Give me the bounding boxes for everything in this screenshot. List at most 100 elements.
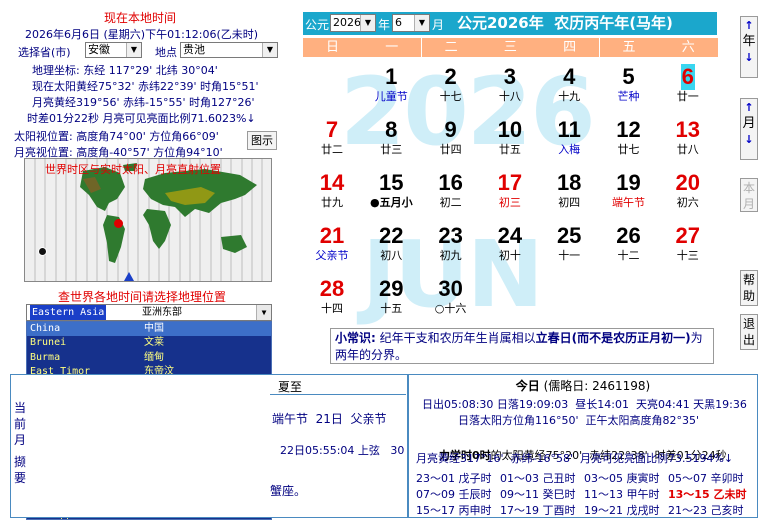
calendar-day[interactable]: 10 廿五: [481, 117, 539, 157]
day-number: 3: [503, 64, 517, 89]
partial-char: 前: [14, 417, 27, 431]
help-button[interactable]: 帮助: [740, 270, 758, 306]
day-lunar-label: 十八: [498, 90, 521, 103]
calendar-day[interactable]: 21 父亲节: [303, 223, 361, 263]
day-lunar-label: 初九: [439, 249, 462, 262]
year-nav-label: 年: [742, 34, 756, 49]
calendar-day[interactable]: 27 十三: [659, 223, 717, 263]
calendar-day[interactable]: 19 端午节: [600, 170, 658, 210]
timezone-select[interactable]: Eastern Asia 亚洲东部 ▼: [26, 304, 272, 321]
double-hour-cell: 17～19 丁酉时: [500, 504, 576, 517]
calendar-day[interactable]: 12 廿七: [600, 117, 658, 157]
day-number: 19: [616, 170, 641, 195]
month-nav-buttons: ↑ 月 ↓: [740, 98, 758, 160]
calendar-day[interactable]: 25 十一: [540, 223, 598, 263]
calendar-day[interactable]: 24 初十: [481, 223, 539, 263]
day-lunar-label: 十五: [380, 302, 403, 315]
calendar-day[interactable]: 23 初九: [422, 223, 480, 263]
double-hour-cell: 03～05 庚寅时: [584, 472, 660, 485]
double-hour-cell: 01～03 己丑时: [500, 472, 576, 485]
calendar-day[interactable]: 29 十五: [362, 276, 420, 316]
calendar-day[interactable]: 20 初六: [659, 170, 717, 210]
moon-position-marker: [38, 247, 47, 256]
calendar-day[interactable]: 5 芒种: [600, 64, 658, 104]
calendar-day[interactable]: 3 十八: [481, 64, 539, 104]
calendar-day[interactable]: 30 ○十六: [422, 276, 480, 316]
place-select[interactable]: 贵池 ▼: [180, 42, 278, 58]
arrow-down-icon[interactable]: ↓: [741, 132, 757, 148]
partial-char: 要: [14, 471, 27, 485]
calendar-day[interactable]: 22 初八: [362, 223, 420, 263]
day-lunar-label: 廿四: [439, 143, 462, 156]
calendar-day[interactable]: 7 廿二: [303, 117, 361, 157]
day-number: 11: [557, 117, 581, 142]
year-select[interactable]: 2026 ▼: [330, 14, 376, 32]
calendar-day[interactable]: 6 廿一: [659, 64, 717, 104]
calendar-day[interactable]: 9 廿四: [422, 117, 480, 157]
day-lunar-label: 端午节: [612, 196, 645, 209]
sun-position-marker: [114, 219, 123, 228]
world-map-svg: [25, 159, 271, 281]
day-lunar-label: 十九: [558, 90, 581, 103]
moon-now-line: 月亮黄经319°56' 赤纬-15°55' 时角127°26': [32, 96, 255, 109]
calendar-day[interactable]: 16 初二: [422, 170, 480, 210]
this-month-button[interactable]: 本月: [740, 178, 758, 212]
day-lunar-label: 初十: [498, 249, 521, 262]
triangle-up-icon: [124, 272, 134, 281]
sun-azimuth-line: 日落太阳方位角116°50' 正午太阳高度角82°35': [458, 414, 700, 427]
calendar-day[interactable]: 1 儿童节: [362, 64, 420, 104]
day-lunar-label: 廿二: [321, 143, 343, 156]
day-lunar-label: 廿九: [321, 196, 343, 209]
arrow-down-icon[interactable]: ↓: [741, 50, 757, 66]
partial-char: 月: [14, 433, 27, 447]
month-value: 6: [395, 16, 402, 29]
day-number: 5: [622, 64, 635, 89]
moon-today-line: 月亮黄经317°16' 赤纬-16°58' 月亮可见亮面比例73.5194%↓: [416, 452, 734, 465]
tip-highlight: 立春日(而不是农历正月初一): [535, 331, 691, 345]
province-label: 选择省(市): [18, 46, 71, 59]
day-number: 15: [379, 170, 404, 195]
day-number: 21: [319, 223, 345, 248]
calendar-day[interactable]: 8 廿三: [362, 117, 420, 157]
day-number: 30: [438, 276, 463, 301]
weekday-header: 日: [303, 38, 362, 57]
province-select[interactable]: 安徽 ▼: [85, 42, 142, 58]
arrow-up-icon[interactable]: ↑: [741, 18, 757, 34]
calendar-day[interactable]: 4 十九: [540, 64, 598, 104]
timezone-option[interactable]: China 中国: [27, 322, 271, 337]
day-number: 2: [444, 64, 457, 89]
solar-term: 夏至: [278, 380, 303, 394]
double-hour-cell: 15～17 丙申时: [416, 504, 492, 517]
day-lunar-label: 父亲节: [315, 249, 349, 262]
today-title: 今日 (儒略日: 2461198): [408, 377, 758, 394]
calendar-day[interactable]: 2 十七: [422, 64, 480, 104]
day-number: 8: [385, 117, 398, 142]
weekday-header: 六: [658, 38, 718, 57]
calendar-day[interactable]: 26 十二: [600, 223, 658, 263]
calendar-day[interactable]: 14 廿九: [303, 170, 361, 210]
timezone-option[interactable]: Burma 缅甸: [27, 351, 271, 365]
illustration-button[interactable]: 图示: [247, 131, 277, 150]
calendar-day[interactable]: 18 初四: [540, 170, 598, 210]
world-map[interactable]: 世界时区与实时太阳、月亮直射位置: [24, 158, 272, 282]
exit-button[interactable]: 退出: [740, 314, 758, 350]
province-value: 安徽: [88, 43, 110, 56]
calendar-day[interactable]: 13 廿八: [659, 117, 717, 157]
double-hour-cell: 23～01 戊子时: [416, 472, 492, 485]
calendar-day[interactable]: 11 入梅: [540, 117, 598, 157]
month-select[interactable]: 6 ▼: [392, 14, 430, 32]
partial-char: 当: [14, 401, 27, 415]
day-lunar-label: ○十六: [434, 302, 467, 315]
place-value: 贵池: [183, 43, 205, 56]
weekday-header: 五: [599, 38, 659, 57]
timezone-option[interactable]: Brunei 文莱: [27, 336, 271, 350]
day-lunar-label: 廿一: [676, 90, 699, 103]
arrow-up-icon[interactable]: ↑: [741, 100, 757, 116]
double-hour-cell: 09～11 癸巳时: [500, 488, 576, 501]
sun-apparent-pos: 太阳视位置: 高度角74°00' 方位角66°09': [14, 130, 219, 143]
calendar-day[interactable]: 17 初三: [481, 170, 539, 210]
year-unit: 年: [378, 18, 391, 32]
day-lunar-label: 初六: [676, 196, 699, 209]
calendar-day[interactable]: 28 十四: [303, 276, 361, 316]
calendar-day[interactable]: 15 ●五月小: [362, 170, 420, 210]
